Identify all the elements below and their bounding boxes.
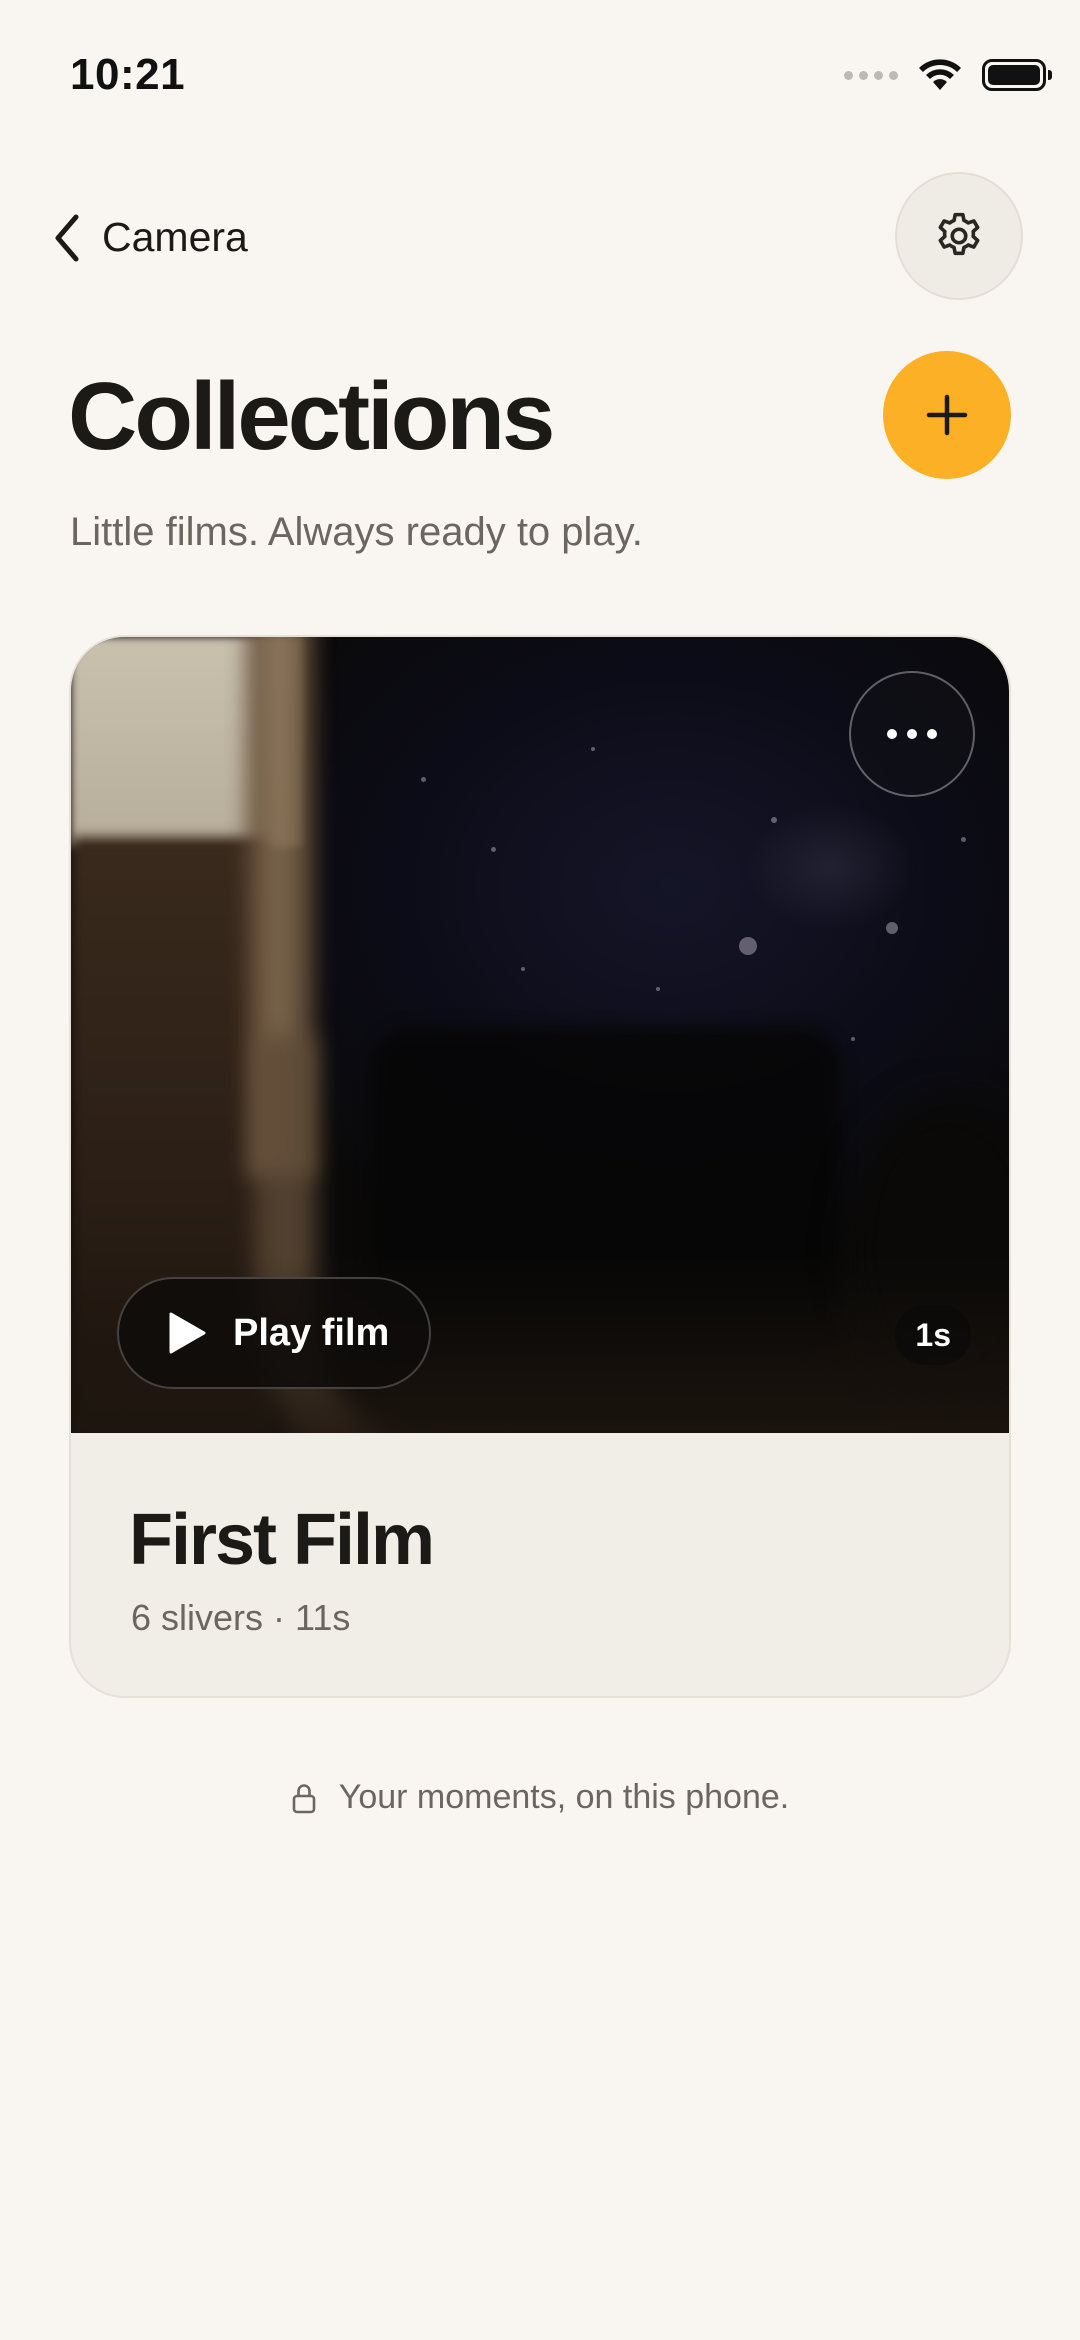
back-label: Camera — [102, 214, 248, 260]
page-subtitle: Little films. Always ready to play. — [70, 510, 643, 554]
signal-icon — [844, 70, 898, 80]
play-film-button[interactable]: Play film — [117, 1277, 432, 1389]
settings-button[interactable] — [895, 172, 1023, 300]
film-card[interactable]: Play film 1s First Film 6 slivers · 11s — [69, 635, 1011, 1698]
add-collection-button[interactable] — [883, 351, 1011, 479]
film-thumbnail[interactable]: Play film 1s — [71, 637, 1009, 1433]
chevron-left-icon — [55, 214, 79, 261]
wifi-icon — [919, 59, 961, 90]
status-time: 10:21 — [70, 50, 186, 99]
play-icon — [169, 1312, 206, 1354]
play-film-label: Play film — [233, 1311, 390, 1354]
page-title: Collections — [68, 363, 555, 470]
clip-duration-badge: 1s — [895, 1305, 971, 1365]
gear-icon — [938, 212, 980, 256]
more-horizontal-icon — [887, 729, 897, 739]
film-title: First Film — [129, 1500, 435, 1580]
back-button[interactable]: Camera — [50, 205, 248, 270]
privacy-note-text: Your moments, on this phone. — [338, 1778, 790, 1816]
more-options-button[interactable] — [849, 671, 975, 797]
collections-screen: 10:21 Camera Collections Little films. A… — [0, 0, 1080, 2340]
plus-icon — [926, 394, 968, 436]
battery-icon — [982, 59, 1052, 91]
film-meta: 6 slivers · 11s — [131, 1597, 351, 1638]
lock-icon — [292, 1783, 316, 1813]
privacy-note: Your moments, on this phone. — [0, 1778, 1080, 1817]
status-icons — [844, 58, 1052, 92]
